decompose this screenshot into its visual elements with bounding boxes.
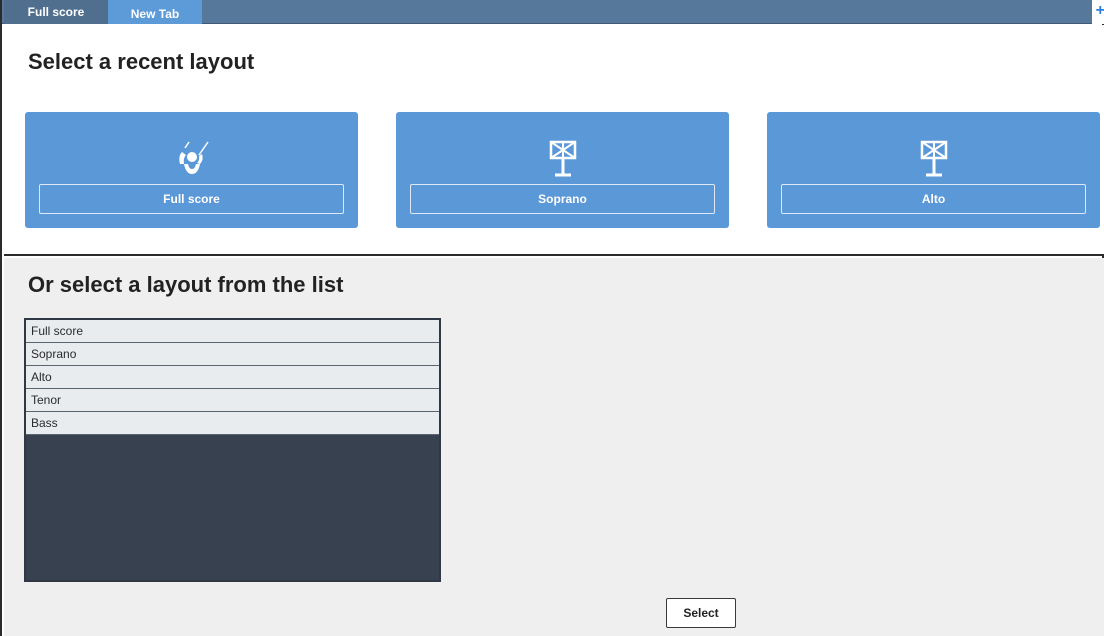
recent-layout-label: Alto bbox=[781, 184, 1086, 214]
app-window: Full score New Tab + Select a recent lay… bbox=[0, 0, 1104, 636]
recent-layouts-heading: Select a recent layout bbox=[28, 49, 255, 74]
recent-layout-label: Full score bbox=[39, 184, 344, 214]
layout-list-item-full-score[interactable]: Full score bbox=[26, 320, 439, 343]
layout-list-heading: Or select a layout from the list bbox=[28, 272, 344, 297]
select-button[interactable]: Select bbox=[666, 598, 736, 628]
layout-list[interactable]: Full score Soprano Alto Tenor Bass bbox=[24, 318, 441, 582]
layout-list-section: Or select a layout from the list Full sc… bbox=[4, 258, 1104, 636]
layout-list-item-alto[interactable]: Alto bbox=[26, 366, 439, 389]
layout-list-item-tenor[interactable]: Tenor bbox=[26, 389, 439, 412]
conductor-icon bbox=[178, 141, 209, 174]
recent-layout-label: Soprano bbox=[410, 184, 715, 214]
layout-list-item-bass[interactable]: Bass bbox=[26, 412, 439, 435]
tab-new-tab[interactable]: New Tab bbox=[108, 0, 202, 24]
music-stand-icon bbox=[920, 140, 947, 177]
plus-icon: + bbox=[1095, 2, 1104, 19]
layout-list-item-soprano[interactable]: Soprano bbox=[26, 343, 439, 366]
recent-layout-card-full-score[interactable]: Full score bbox=[25, 112, 358, 228]
tab-bar: Full score New Tab + bbox=[2, 0, 1104, 24]
music-stand-icon bbox=[549, 140, 576, 177]
recent-layout-card-soprano[interactable]: Soprano bbox=[396, 112, 729, 228]
recent-layouts-section: Select a recent layout Full score Sopran… bbox=[4, 25, 1104, 256]
add-tab-button[interactable]: + bbox=[1092, 0, 1104, 24]
recent-layout-card-alto[interactable]: Alto bbox=[767, 112, 1100, 228]
tab-full-score[interactable]: Full score bbox=[4, 0, 108, 24]
